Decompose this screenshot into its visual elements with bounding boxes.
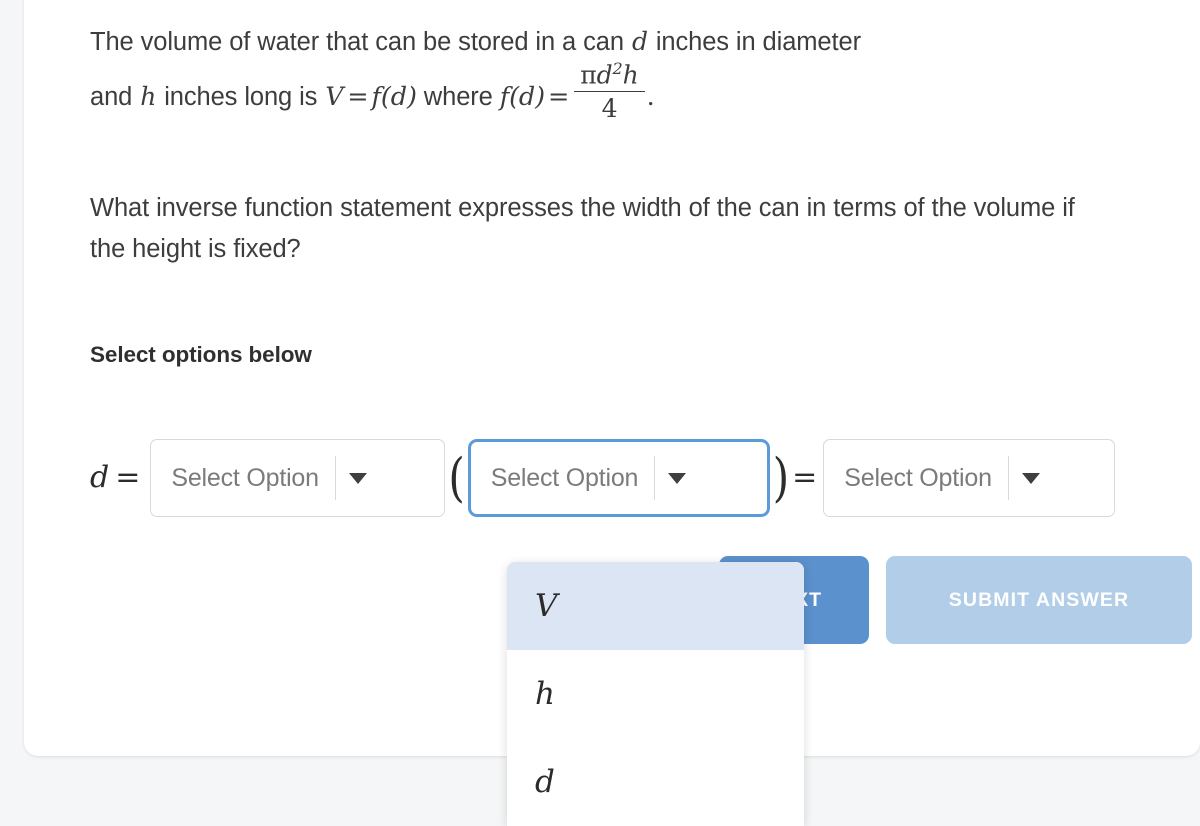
- question-card: The volume of water that can be stored i…: [24, 0, 1200, 826]
- statement-text-5: where: [416, 83, 500, 112]
- dropdown-2-value: Select Option: [490, 463, 639, 492]
- fraction-denominator: 4: [601, 94, 618, 124]
- close-paren: ): [772, 446, 790, 508]
- dropdown-option-h[interactable]: h: [507, 650, 804, 738]
- question-prompt: What inverse function statement expresse…: [90, 194, 1075, 264]
- dropdown-2[interactable]: Select Option: [467, 439, 770, 517]
- answer-lead-variable: d: [90, 460, 110, 495]
- chevron-down-icon[interactable]: [336, 472, 380, 484]
- dropdown-1[interactable]: Select Option: [150, 439, 446, 517]
- variable-h-inline: h: [140, 82, 157, 112]
- dropdown-3-value: Select Option: [844, 463, 992, 492]
- statement-text-2: inches in diameter: [648, 28, 861, 56]
- chevron-down-icon[interactable]: [655, 472, 699, 484]
- numerator-exponent: 2: [612, 59, 623, 79]
- dropdown-1-value: Select Option: [171, 463, 319, 492]
- variable-V-inline: V: [325, 82, 344, 112]
- variable-d-inline: d: [631, 27, 648, 56]
- question-statement: The volume of water that can be stored i…: [90, 22, 1130, 123]
- dropdown-3[interactable]: Select Option: [823, 439, 1116, 517]
- answer-expression-row: d = Select Option ( Select Option ) = Se…: [90, 426, 1117, 530]
- answer-mid-equals: =: [792, 460, 818, 495]
- function-fd-1: f(d): [371, 82, 417, 113]
- fraction-formula: πd2h 4: [574, 61, 645, 124]
- select-options-heading: Select options below: [90, 342, 312, 367]
- dropdown-option-V[interactable]: V: [507, 562, 804, 650]
- equals-sign-2: =: [548, 82, 570, 113]
- chevron-down-icon[interactable]: [1009, 472, 1053, 484]
- equals-sign-1: =: [347, 82, 369, 113]
- numerator-d: d: [596, 60, 613, 90]
- numerator-h: h: [622, 60, 639, 90]
- function-fd-2: f(d): [499, 82, 546, 113]
- statement-text-3: and: [90, 83, 140, 112]
- statement-text-1: The volume of water that can be stored i…: [90, 28, 631, 56]
- submit-answer-button[interactable]: SUBMIT ANSWER: [886, 556, 1192, 644]
- fraction-numerator: πd2h: [574, 61, 644, 89]
- pi-symbol: π: [580, 60, 597, 90]
- open-paren: (: [448, 446, 465, 508]
- statement-text-4: inches long is: [157, 83, 325, 112]
- dropdown-option-d[interactable]: d: [507, 738, 804, 826]
- dropdown-2-menu[interactable]: V h d: [507, 562, 804, 826]
- fraction-bar: [574, 90, 645, 93]
- answer-lead-equals: =: [115, 460, 141, 495]
- sentence-period: .: [646, 82, 655, 113]
